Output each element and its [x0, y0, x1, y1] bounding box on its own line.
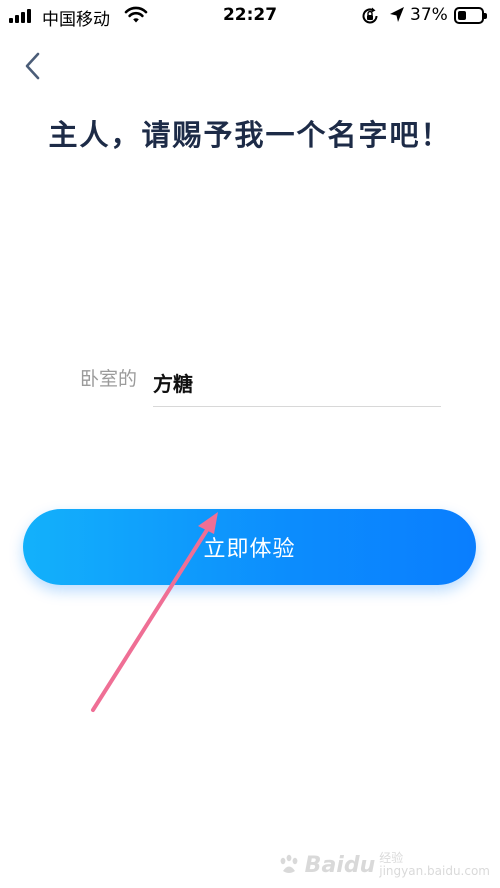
back-button[interactable] [14, 44, 54, 88]
battery-percentage: 37% [410, 5, 448, 25]
chevron-left-icon [25, 52, 40, 80]
baidu-watermark: Baidu 经验 jingyan.baidu.com [277, 852, 490, 878]
try-now-button[interactable]: 立即体验 [23, 509, 476, 585]
rotation-lock-icon [362, 7, 378, 24]
battery-level-fill [458, 11, 466, 20]
paw-logo-icon [280, 854, 298, 873]
watermark-subtext: 经验 jingyan.baidu.com [379, 852, 490, 878]
status-bar: 中国移动 22:27 37% [0, 0, 500, 34]
name-input-underline [153, 406, 441, 407]
watermark-brand: Baidu [304, 852, 376, 878]
page-title: 主人，请赐予我一个名字吧！ [48, 118, 452, 152]
location-arrow-icon [390, 7, 404, 22]
name-prefix-label: 卧室的 [80, 368, 138, 390]
try-now-button-label: 立即体验 [203, 537, 296, 562]
battery-icon [454, 7, 487, 24]
device-name-input[interactable] [153, 360, 441, 404]
watermark-sub-line-2: jingyan.baidu.com [379, 864, 490, 878]
